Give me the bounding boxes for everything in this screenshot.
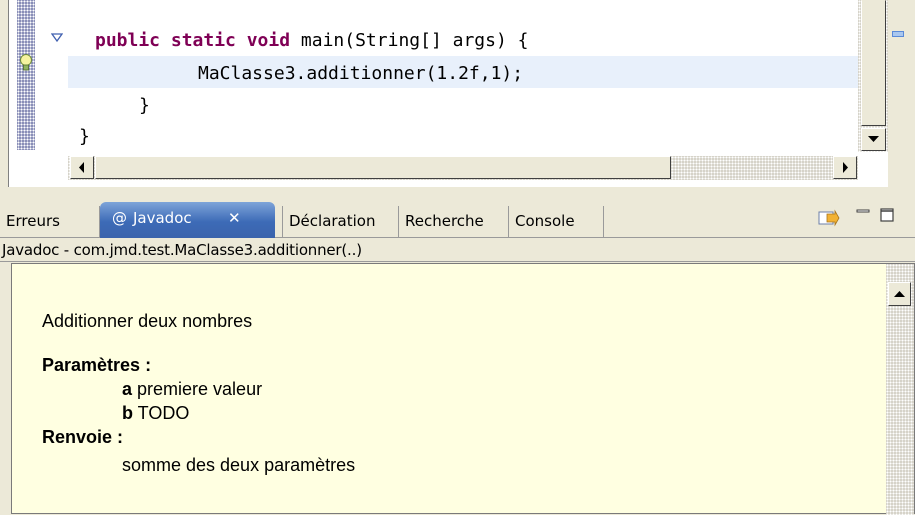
overview-ruler [888,0,915,187]
param-item: a premiere valeur [122,379,262,400]
param-name: b [122,403,133,423]
params-heading: Paramètres : [42,355,152,375]
close-tab-icon[interactable]: ✕ [228,202,241,235]
code-line-4: } [79,126,90,147]
code-keywords: public static void [95,30,291,51]
returns-desc: somme des deux paramètres [122,455,356,475]
param-desc: premiere valeur [132,379,263,399]
vertical-scrollbar-thumb[interactable] [861,0,886,126]
tab-javadoc[interactable]: @ Javadoc ✕ [100,202,275,238]
javadoc-view: Erreurs @ Javadoc ✕ Déclaration Recherche… [0,196,915,515]
tab-javadoc-label: Javadoc [133,209,192,227]
arrow-right-icon [843,162,848,173]
tab-declaration[interactable]: Déclaration [282,206,399,237]
tab-erreurs[interactable]: Erreurs [0,206,100,237]
code-method-signature: main(String[] args) { [290,30,529,51]
arrow-up-icon [894,291,905,297]
ruler-annotation-marker[interactable] [892,31,904,37]
param-desc: TODO [133,403,190,423]
returns-heading: Renvoie : [42,427,124,447]
code-line-3: } [139,95,150,116]
lightbulb-icon[interactable] [19,54,33,72]
arrow-left-icon [79,162,84,173]
scroll-right-button[interactable] [833,156,857,179]
javadoc-at-icon: @ [112,209,127,227]
open-declaration-icon[interactable] [818,209,840,227]
javadoc-content[interactable]: Additionner deux nombres Paramètres : a … [11,263,915,515]
minimize-icon[interactable] [856,208,870,220]
param-item: b TODO [122,403,189,424]
vertical-ruler[interactable] [17,0,35,150]
code-line-2: MaClasse3.additionner(1.2f,1); [198,63,524,84]
maximize-icon[interactable] [880,208,894,222]
javadoc-title: Javadoc - com.jmd.test.MaClasse3.additio… [0,238,915,262]
scroll-up-button[interactable] [888,282,911,306]
scroll-left-button[interactable] [70,156,94,179]
tab-console[interactable]: Console [509,206,604,237]
scroll-down-button[interactable] [861,128,886,151]
code-editor: public static void main(String[] args) {… [0,0,915,192]
javadoc-summary: Additionner deux nombres [42,311,253,331]
code-line-1: public static void main(String[] args) { [95,30,529,51]
tab-bar: Erreurs @ Javadoc ✕ Déclaration Recherche… [0,196,915,238]
horizontal-scrollbar-thumb[interactable] [95,156,671,179]
tab-recherche[interactable]: Recherche [399,206,509,237]
param-name: a [122,379,133,399]
arrow-down-icon [868,136,879,142]
